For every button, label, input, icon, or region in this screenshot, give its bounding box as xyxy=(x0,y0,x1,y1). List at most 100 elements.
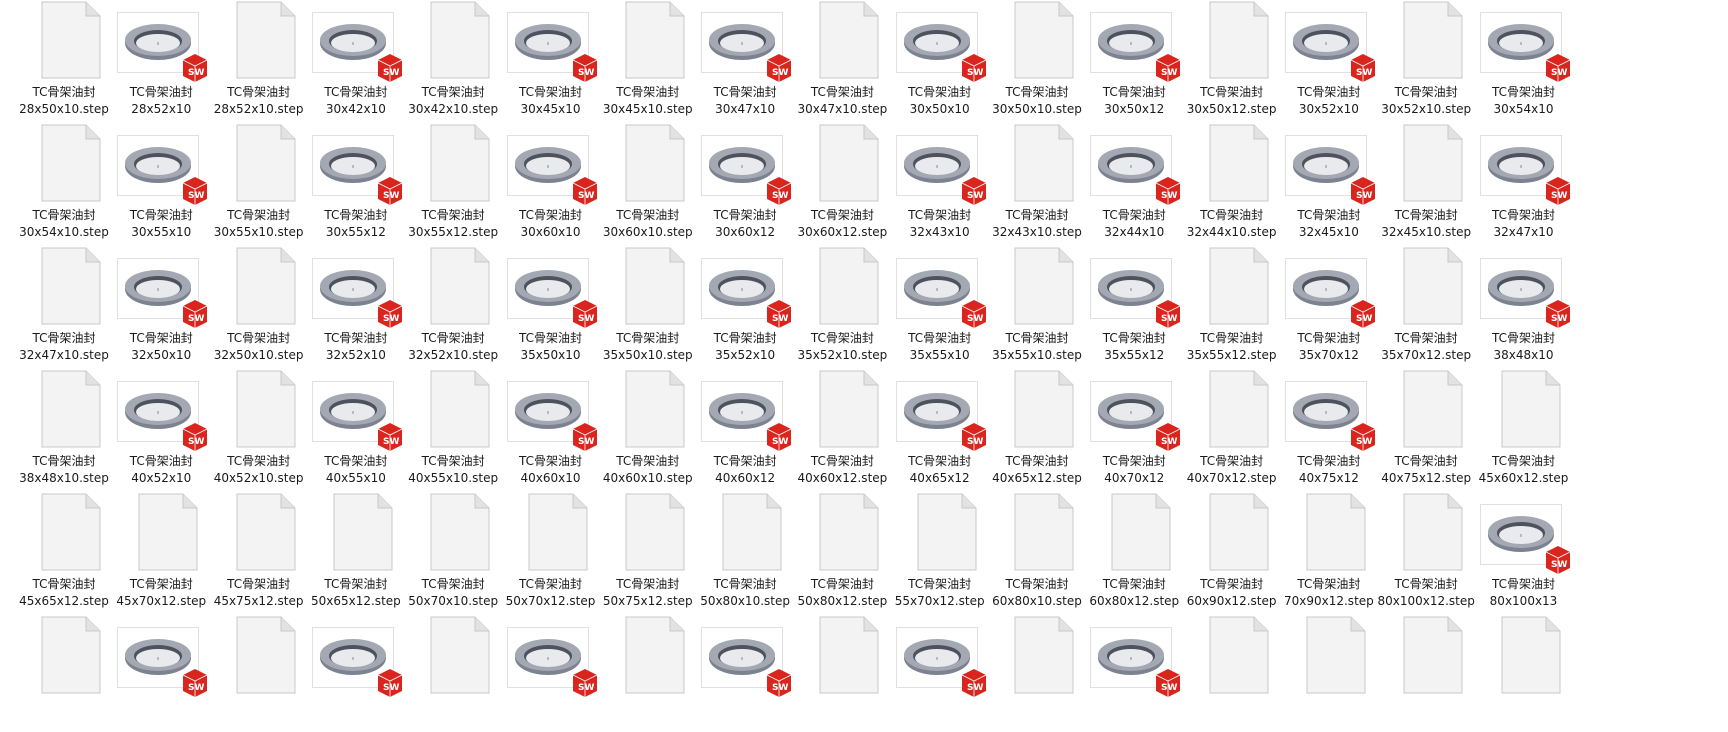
document-icon xyxy=(917,493,977,571)
document-icon xyxy=(1403,616,1463,694)
sw-badge-text: SW xyxy=(1356,191,1372,201)
sw-badge-text: SW xyxy=(578,314,594,324)
sw-badge-text: SW xyxy=(772,437,788,447)
document-icon xyxy=(722,493,782,571)
document-icon xyxy=(41,124,101,202)
file-thumbnail: SW xyxy=(886,0,994,82)
file-item[interactable]: SW xyxy=(886,613,994,732)
solidworks-part-icon: SW xyxy=(506,12,597,82)
file-name-suffix: 38x48x10 xyxy=(1493,348,1554,362)
file-thumbnail: SW xyxy=(1080,121,1188,205)
sw-badge-text: SW xyxy=(1551,68,1567,78)
file-thumbnail xyxy=(205,244,313,328)
file-thumbnail: SW xyxy=(497,0,605,82)
file-item[interactable]: SW xyxy=(107,613,215,732)
solidworks-part-icon: SW xyxy=(117,258,208,328)
file-thumbnail xyxy=(399,613,507,697)
file-item[interactable] xyxy=(1470,613,1578,732)
sw-badge: SW xyxy=(1545,546,1570,574)
sw-badge-text: SW xyxy=(772,314,788,324)
file-thumbnail: SW xyxy=(497,244,605,328)
file-thumbnail xyxy=(594,490,702,574)
document-icon xyxy=(1014,1,1074,79)
file-thumbnail: SW xyxy=(691,244,799,328)
document-icon xyxy=(430,247,490,325)
file-item[interactable]: SW xyxy=(691,613,799,732)
file-thumbnail xyxy=(1178,490,1286,574)
document-icon xyxy=(1014,616,1074,694)
sw-badge-text: SW xyxy=(1161,683,1177,693)
file-thumbnail: SW xyxy=(497,121,605,205)
document-icon xyxy=(41,247,101,325)
solidworks-part-icon: SW xyxy=(311,135,403,205)
file-thumbnail: SW xyxy=(691,367,799,451)
file-thumbnail: SW xyxy=(1470,490,1578,574)
document-icon xyxy=(1209,1,1269,79)
file-item[interactable] xyxy=(594,613,702,732)
sw-badge-text: SW xyxy=(188,683,204,693)
file-thumbnail xyxy=(10,490,118,574)
file-thumbnail xyxy=(788,613,896,697)
file-item[interactable] xyxy=(1178,613,1286,732)
file-thumbnail xyxy=(399,367,507,451)
file-item[interactable]: TC骨架油封 45x60x12.step xyxy=(1470,367,1578,499)
document-icon xyxy=(1403,247,1463,325)
document-icon xyxy=(1014,370,1074,448)
document-icon xyxy=(1014,124,1074,202)
file-item[interactable] xyxy=(983,613,1091,732)
sw-badge-text: SW xyxy=(383,437,399,447)
document-icon xyxy=(236,616,296,694)
file-thumbnail xyxy=(983,367,1091,451)
file-item[interactable]: SW TC骨架油封 38x48x10 xyxy=(1470,244,1578,376)
document-icon xyxy=(1403,370,1463,448)
file-item[interactable] xyxy=(205,613,313,732)
file-thumbnail xyxy=(1178,613,1286,697)
file-thumbnail: SW xyxy=(107,367,215,451)
file-item[interactable] xyxy=(788,613,896,732)
solidworks-part-icon: SW xyxy=(1284,135,1376,205)
sw-badge-text: SW xyxy=(1356,437,1372,447)
file-thumbnail: SW xyxy=(107,0,215,82)
file-item[interactable]: SW TC骨架油封 80x100x13 xyxy=(1470,490,1578,622)
file-thumbnail xyxy=(983,490,1091,574)
file-item[interactable]: SW TC骨架油封 32x47x10 xyxy=(1470,121,1578,253)
document-icon xyxy=(1209,493,1269,571)
document-icon xyxy=(41,616,101,694)
file-thumbnail xyxy=(302,490,410,574)
file-thumbnail xyxy=(983,244,1091,328)
file-item[interactable] xyxy=(1275,613,1383,732)
document-icon xyxy=(1111,493,1171,571)
solidworks-part-icon: SW xyxy=(701,258,792,328)
file-item[interactable]: SW xyxy=(1080,613,1188,732)
document-icon xyxy=(430,493,490,571)
file-item[interactable]: SW xyxy=(497,613,605,732)
sw-badge-text: SW xyxy=(967,191,983,201)
file-thumbnail xyxy=(399,0,507,82)
solidworks-part-icon: SW xyxy=(701,381,792,451)
file-thumbnail xyxy=(594,121,702,205)
file-thumbnail xyxy=(1372,490,1480,574)
file-item[interactable]: SW TC骨架油封 30x54x10 xyxy=(1470,0,1578,130)
document-icon xyxy=(819,493,879,571)
file-item[interactable] xyxy=(1372,613,1480,732)
file-thumbnail: SW xyxy=(886,244,994,328)
file-item[interactable]: SW xyxy=(302,613,410,732)
solidworks-part-icon: SW xyxy=(701,135,792,205)
solidworks-part-icon: SW xyxy=(701,12,792,82)
document-icon xyxy=(1403,1,1463,79)
sw-badge-text: SW xyxy=(1161,314,1177,324)
file-thumbnail xyxy=(10,0,118,82)
sw-badge-text: SW xyxy=(967,314,983,324)
solidworks-part-icon: SW xyxy=(1284,258,1376,328)
file-item[interactable] xyxy=(399,613,507,732)
file-item[interactable] xyxy=(10,613,118,732)
file-thumbnail xyxy=(788,490,896,574)
solidworks-part-icon: SW xyxy=(506,135,597,205)
file-thumbnail: SW xyxy=(302,0,410,82)
file-thumbnail xyxy=(788,244,896,328)
document-icon xyxy=(1403,124,1463,202)
file-thumbnail xyxy=(399,244,507,328)
document-icon xyxy=(1014,493,1074,571)
document-icon xyxy=(236,493,296,571)
document-icon xyxy=(236,370,296,448)
